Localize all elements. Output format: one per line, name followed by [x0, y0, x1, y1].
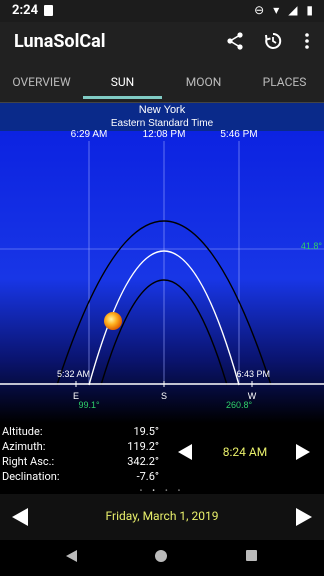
- altitude-value: 19.5°: [133, 425, 159, 438]
- sunset-time: 5:46 PM: [220, 129, 257, 140]
- system-nav-bar: [0, 540, 324, 576]
- declination-label: Declination:: [2, 470, 60, 483]
- noon-time: 12:08 PM: [143, 129, 186, 140]
- sun-position-icon: [104, 312, 122, 330]
- current-time[interactable]: 8:24 AM: [205, 445, 285, 459]
- declination-value: -7.6°: [136, 470, 159, 483]
- sunrise-time: 6:29 AM: [71, 129, 108, 140]
- direction-south: S: [161, 391, 167, 401]
- home-icon[interactable]: [155, 550, 167, 562]
- tab-moon[interactable]: MOON: [162, 62, 245, 102]
- right-ascension-value: 342.2°: [127, 455, 159, 468]
- app-bar: LunaSolCal: [0, 22, 324, 62]
- twilight-end-time: 6:43 PM: [236, 369, 270, 379]
- tab-overview[interactable]: OVERVIEW: [0, 62, 83, 102]
- share-icon[interactable]: [222, 28, 248, 54]
- date-bar: Friday, March 1, 2019: [0, 494, 324, 540]
- azimuth-value: 119.2°: [127, 440, 159, 453]
- max-altitude-label: 41.8°: [301, 241, 323, 251]
- time-next-button[interactable]: [296, 444, 310, 460]
- current-date[interactable]: Friday, March 1, 2019: [40, 509, 284, 523]
- sunrise-azimuth: 99.1°: [78, 400, 100, 410]
- back-icon[interactable]: [66, 550, 77, 562]
- sun-info-panel: Altitude: 19.5° Azimuth: 119.2° Right As…: [0, 423, 324, 485]
- sunset-azimuth: 260.8°: [226, 400, 253, 410]
- page-indicator-dots: • • • •: [139, 486, 185, 495]
- date-prev-button[interactable]: [12, 508, 28, 526]
- tab-places[interactable]: PLACES: [245, 62, 324, 102]
- date-next-button[interactable]: [296, 508, 312, 526]
- status-bar: 2:24 ⊖ ▾ ◢ ▮: [0, 0, 324, 22]
- more-options-icon[interactable]: [294, 28, 320, 54]
- city-name: New York: [139, 104, 186, 116]
- sd-card-icon: [44, 5, 53, 16]
- altitude-label: Altitude:: [2, 425, 43, 438]
- sky-background: [0, 103, 324, 423]
- status-time: 2:24: [12, 3, 39, 18]
- azimuth-label: Azimuth:: [2, 440, 46, 453]
- timezone-label: Eastern Standard Time: [111, 118, 214, 129]
- app-title: LunaSolCal: [14, 31, 106, 52]
- sun-path-diagram[interactable]: New York Eastern Standard Time 6:29 AM 1…: [0, 103, 324, 423]
- history-icon[interactable]: [260, 28, 286, 54]
- twilight-start-time: 5:32 AM: [57, 369, 90, 379]
- tab-indicator: [83, 96, 162, 99]
- recents-icon[interactable]: [246, 550, 257, 561]
- status-icons: ⊖ ▾ ◢ ▮: [254, 3, 316, 17]
- time-prev-button[interactable]: [178, 444, 192, 460]
- tab-bar: OVERVIEW SUN MOON PLACES: [0, 62, 324, 103]
- right-ascension-label: Right Asc.:: [2, 455, 55, 468]
